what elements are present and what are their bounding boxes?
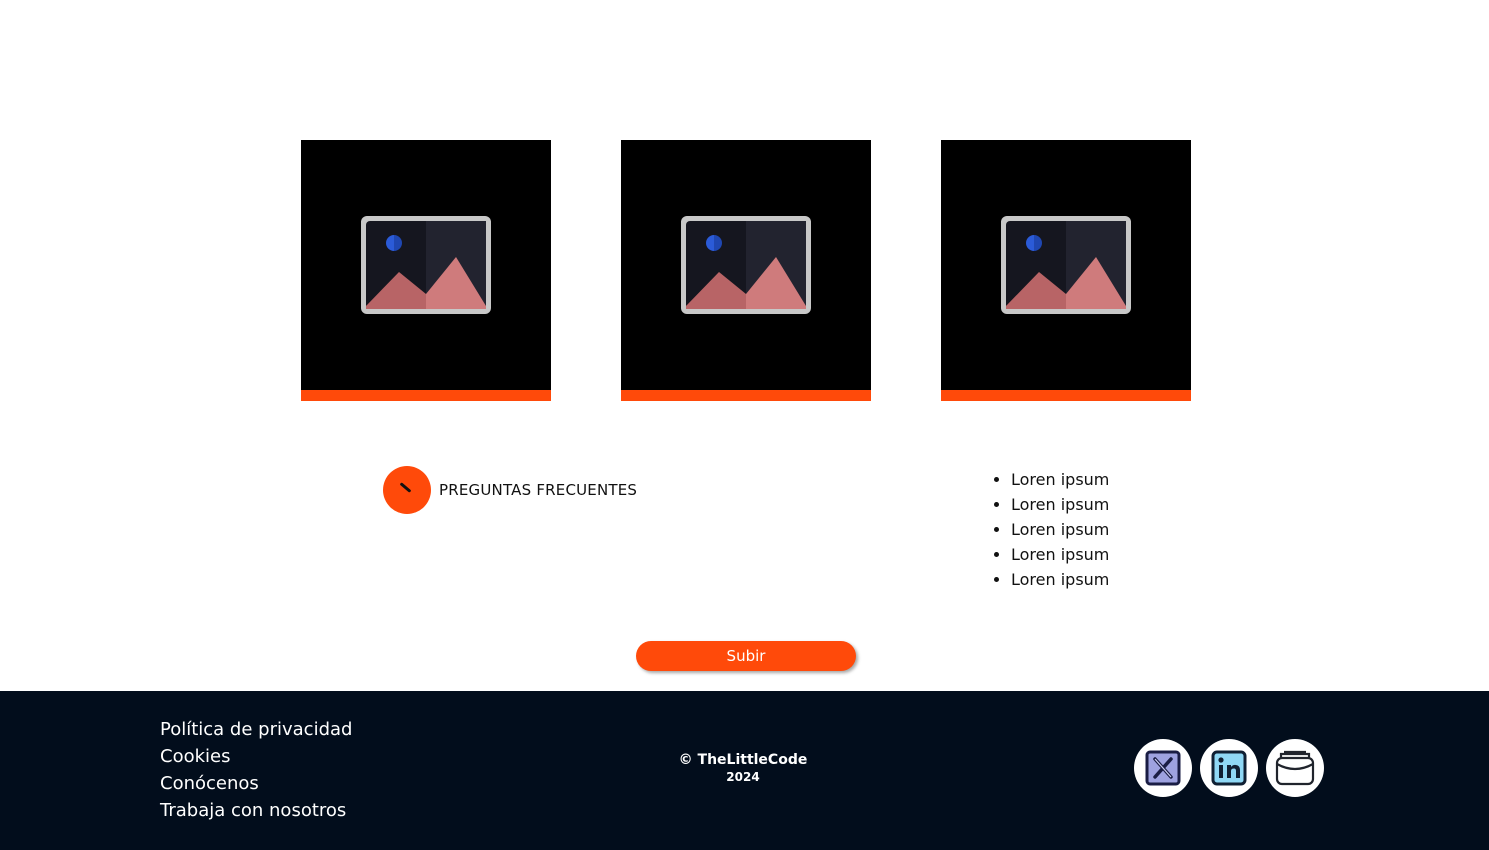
social-links (1134, 739, 1324, 797)
image-placeholder-icon (681, 216, 811, 314)
image-cards (301, 140, 1191, 401)
list-item: Loren ipsum (1011, 567, 1109, 592)
about-us-link[interactable]: Conócenos (160, 770, 352, 797)
image-card[interactable] (941, 140, 1191, 401)
wallet-icon (1275, 750, 1315, 786)
wallet-link[interactable] (1266, 739, 1324, 797)
list-item: Loren ipsum (1011, 467, 1109, 492)
footer: Política de privacidad Cookies Conócenos… (0, 691, 1489, 850)
image-placeholder-icon (361, 216, 491, 314)
privacy-policy-link[interactable]: Política de privacidad (160, 716, 352, 743)
linkedin-icon (1211, 750, 1247, 786)
clock-icon (383, 466, 431, 514)
list-item: Loren ipsum (1011, 542, 1109, 567)
copyright-text: © TheLittleCode (678, 752, 808, 768)
x-twitter-icon (1145, 750, 1181, 786)
x-twitter-link[interactable] (1134, 739, 1192, 797)
image-card[interactable] (621, 140, 871, 401)
careers-link[interactable]: Trabaja con nosotros (160, 797, 352, 824)
list-item: Loren ipsum (1011, 492, 1109, 517)
image-card[interactable] (301, 140, 551, 401)
faq-label: PREGUNTAS FRECUENTES (439, 481, 638, 499)
footer-links: Política de privacidad Cookies Conócenos… (160, 716, 352, 824)
list-item: Loren ipsum (1011, 517, 1109, 542)
linkedin-link[interactable] (1200, 739, 1258, 797)
copyright: © TheLittleCode 2024 (600, 752, 886, 784)
bullet-list: Loren ipsum Loren ipsum Loren ipsum Lore… (993, 467, 1109, 592)
copyright-year: 2024 (726, 770, 760, 784)
image-placeholder-icon (1001, 216, 1131, 314)
cookies-link[interactable]: Cookies (160, 743, 352, 770)
faq-link[interactable]: PREGUNTAS FRECUENTES (383, 466, 637, 514)
scroll-top-button[interactable]: Subir (636, 641, 856, 671)
